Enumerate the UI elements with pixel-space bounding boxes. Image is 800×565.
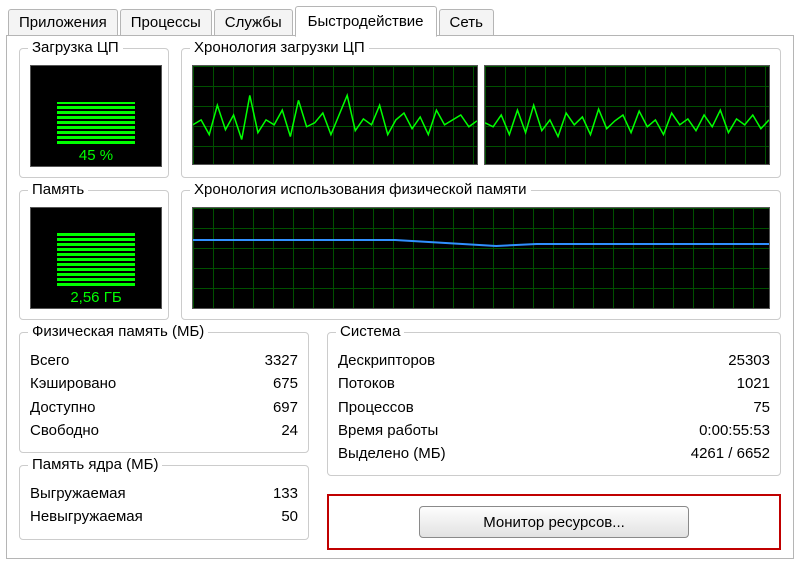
- sys-uptime-value: 0:00:55:53: [699, 419, 770, 442]
- group-title: Хронология использования физической памя…: [190, 181, 531, 198]
- sys-handles-value: 25303: [728, 349, 770, 372]
- cpu-gauge: 45 %: [30, 65, 162, 167]
- memory-gauge-value: 2,56 ГБ: [31, 289, 161, 306]
- group-cpu-usage: Загрузка ЦП 45 %: [19, 48, 169, 178]
- phys-free-value: 24: [281, 419, 298, 442]
- group-memory-history: Хронология использования физической памя…: [181, 190, 781, 320]
- tab-bar: Приложения Процессы Службы Быстродействи…: [0, 0, 800, 36]
- sys-threads-label: Потоков: [338, 372, 395, 395]
- group-title: Хронология загрузки ЦП: [190, 39, 369, 56]
- tab-performance[interactable]: Быстродействие: [295, 6, 437, 37]
- phys-avail-value: 697: [273, 396, 298, 419]
- group-cpu-history: Хронология загрузки ЦП: [181, 48, 781, 178]
- phys-free-label: Свободно: [30, 419, 99, 442]
- group-title: Память: [28, 181, 88, 198]
- tab-networking[interactable]: Сеть: [439, 9, 494, 36]
- memory-history-graph: [192, 207, 770, 309]
- cpu-gauge-value: 45 %: [31, 147, 161, 164]
- group-title: Память ядра (МБ): [28, 456, 162, 473]
- resource-monitor-button[interactable]: Монитор ресурсов...: [419, 506, 689, 538]
- sys-commit-label: Выделено (МБ): [338, 442, 446, 465]
- performance-panel: Загрузка ЦП 45 % Хронология загрузки ЦП: [6, 35, 794, 559]
- group-kernel-memory: Память ядра (МБ) Выгружаемая133 Невыгруж…: [19, 465, 309, 540]
- kernel-nonpaged-value: 50: [281, 505, 298, 528]
- phys-total-label: Всего: [30, 349, 69, 372]
- task-manager-performance: Приложения Процессы Службы Быстродействи…: [0, 0, 800, 565]
- resource-monitor-highlight: Монитор ресурсов...: [327, 494, 781, 550]
- sys-uptime-label: Время работы: [338, 419, 438, 442]
- kernel-nonpaged-label: Невыгружаемая: [30, 505, 143, 528]
- sys-threads-value: 1021: [737, 372, 770, 395]
- cpu-history-graph-1: [192, 65, 478, 165]
- group-physical-memory: Физическая память (МБ) Всего3327 Кэширов…: [19, 332, 309, 453]
- sys-procs-label: Процессов: [338, 396, 414, 419]
- cpu-history-graph-2: [484, 65, 770, 165]
- memory-gauge: 2,56 ГБ: [30, 207, 162, 309]
- group-title: Физическая память (МБ): [28, 323, 208, 340]
- tab-applications[interactable]: Приложения: [8, 9, 118, 36]
- phys-total-value: 3327: [265, 349, 298, 372]
- group-memory: Память 2,56 ГБ: [19, 190, 169, 320]
- kernel-paged-value: 133: [273, 482, 298, 505]
- group-title: Загрузка ЦП: [28, 39, 123, 56]
- phys-cached-value: 675: [273, 372, 298, 395]
- kernel-paged-label: Выгружаемая: [30, 482, 126, 505]
- phys-cached-label: Кэшировано: [30, 372, 116, 395]
- tab-services[interactable]: Службы: [214, 9, 293, 36]
- sys-handles-label: Дескрипторов: [338, 349, 435, 372]
- sys-commit-value: 4261 / 6652: [691, 442, 770, 465]
- phys-avail-label: Доступно: [30, 396, 95, 419]
- sys-procs-value: 75: [753, 396, 770, 419]
- group-title: Система: [336, 323, 404, 340]
- tab-processes[interactable]: Процессы: [120, 9, 212, 36]
- group-system: Система Дескрипторов25303 Потоков1021 Пр…: [327, 332, 781, 476]
